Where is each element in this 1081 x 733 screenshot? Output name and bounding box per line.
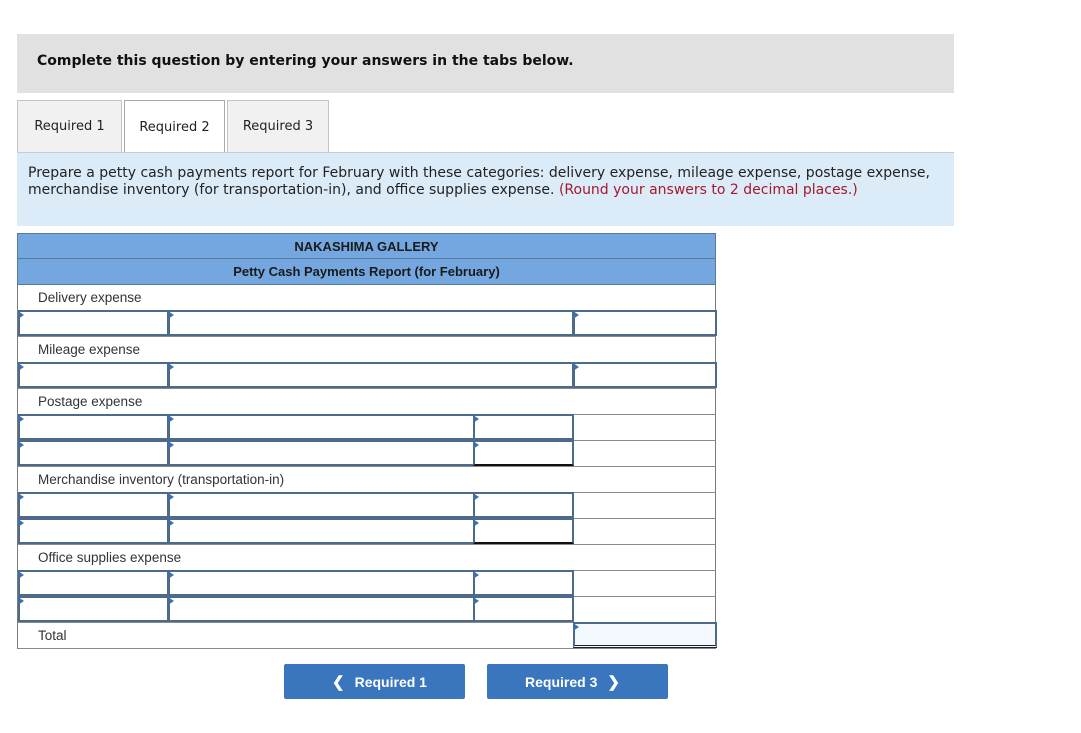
detail-input[interactable] xyxy=(170,598,473,620)
total-input[interactable] xyxy=(575,624,715,645)
description-input[interactable] xyxy=(20,520,167,542)
total-input-cell[interactable] xyxy=(573,622,717,648)
input-row xyxy=(17,570,716,597)
prev-button-label: Required 1 xyxy=(354,673,427,690)
tab-bar: Required 1 Required 2 Required 3 xyxy=(17,100,331,153)
prev-required-1-button[interactable]: ❮ Required 1 xyxy=(284,664,465,699)
description-input-cell[interactable] xyxy=(18,310,169,336)
amount-input[interactable] xyxy=(475,572,572,594)
detail-input-cell[interactable] xyxy=(168,362,574,388)
detail-input-cell[interactable] xyxy=(168,570,475,596)
input-row xyxy=(17,518,716,545)
amount-input[interactable] xyxy=(575,364,715,386)
chevron-right-icon: ❯ xyxy=(607,673,620,691)
instruction-banner: Complete this question by entering your … xyxy=(17,34,954,93)
input-row xyxy=(17,440,716,467)
description-input[interactable] xyxy=(20,312,167,334)
description-input-cell[interactable] xyxy=(18,596,169,622)
amount-input[interactable] xyxy=(475,598,572,620)
section-row-delivery: Delivery expense xyxy=(17,285,716,311)
amount-input-cell[interactable] xyxy=(573,362,717,388)
tab-required-1[interactable]: Required 1 xyxy=(17,100,122,152)
next-button-label: Required 3 xyxy=(525,673,598,690)
petty-cash-report: NAKASHIMA GALLERY Petty Cash Payments Re… xyxy=(17,233,717,649)
tab-required-3[interactable]: Required 3 xyxy=(227,100,329,152)
amount-input-cell[interactable] xyxy=(473,570,574,596)
input-row xyxy=(17,596,716,623)
description-input[interactable] xyxy=(20,364,167,386)
amount-input-cell[interactable] xyxy=(473,596,574,622)
input-row xyxy=(17,310,717,337)
description-input-cell[interactable] xyxy=(18,362,169,388)
amount-input-cell[interactable] xyxy=(473,518,574,544)
section-label: Postage expense xyxy=(38,394,143,409)
report-title: Petty Cash Payments Report (for February… xyxy=(17,259,716,285)
detail-input[interactable] xyxy=(170,572,473,594)
section-row-mileage: Mileage expense xyxy=(17,337,716,363)
detail-input[interactable] xyxy=(170,442,473,464)
section-label: Delivery expense xyxy=(38,290,142,305)
detail-input-cell[interactable] xyxy=(168,414,475,440)
amount-input-cell[interactable] xyxy=(573,310,717,336)
detail-input[interactable] xyxy=(170,364,572,386)
question-prompt: Prepare a petty cash payments report for… xyxy=(17,152,954,226)
total-label: Total xyxy=(38,628,67,643)
amount-input-cell[interactable] xyxy=(473,440,574,466)
amount-input[interactable] xyxy=(575,312,715,334)
description-input-cell[interactable] xyxy=(18,492,169,518)
detail-input[interactable] xyxy=(170,520,473,542)
description-input[interactable] xyxy=(20,598,167,620)
next-required-3-button[interactable]: Required 3 ❯ xyxy=(487,664,668,699)
section-row-office-supplies: Office supplies expense xyxy=(17,545,716,571)
amount-input[interactable] xyxy=(475,416,572,438)
section-label: Mileage expense xyxy=(38,342,141,357)
detail-input[interactable] xyxy=(170,416,473,438)
section-label: Merchandise inventory (transportation-in… xyxy=(38,472,285,487)
tab-required-2[interactable]: Required 2 xyxy=(124,100,225,153)
rounding-note: (Round your answers to 2 decimal places.… xyxy=(558,182,858,198)
description-input[interactable] xyxy=(20,572,167,594)
description-input-cell[interactable] xyxy=(18,518,169,544)
description-input[interactable] xyxy=(20,442,167,464)
amount-input-cell[interactable] xyxy=(473,414,574,440)
detail-input-cell[interactable] xyxy=(168,596,475,622)
instruction-text: Complete this question by entering your … xyxy=(37,53,574,69)
section-row-merchandise: Merchandise inventory (transportation-in… xyxy=(17,467,716,493)
detail-input-cell[interactable] xyxy=(168,440,475,466)
input-row xyxy=(17,414,716,441)
amount-input-cell[interactable] xyxy=(473,492,574,518)
input-row xyxy=(17,492,716,519)
detail-input-cell[interactable] xyxy=(168,310,574,336)
chevron-left-icon: ❮ xyxy=(332,673,345,691)
detail-input[interactable] xyxy=(170,312,572,334)
detail-input[interactable] xyxy=(170,494,473,516)
description-input-cell[interactable] xyxy=(18,414,169,440)
section-row-postage: Postage expense xyxy=(17,389,716,415)
description-input-cell[interactable] xyxy=(18,440,169,466)
amount-input[interactable] xyxy=(475,494,572,516)
section-label: Office supplies expense xyxy=(38,550,182,565)
description-input-cell[interactable] xyxy=(18,570,169,596)
company-name: NAKASHIMA GALLERY xyxy=(17,233,716,259)
detail-input-cell[interactable] xyxy=(168,518,475,544)
amount-input[interactable] xyxy=(475,442,572,464)
amount-input[interactable] xyxy=(475,520,572,542)
description-input[interactable] xyxy=(20,494,167,516)
total-row: Total xyxy=(17,622,717,649)
input-row xyxy=(17,362,717,389)
description-input[interactable] xyxy=(20,416,167,438)
detail-input-cell[interactable] xyxy=(168,492,475,518)
